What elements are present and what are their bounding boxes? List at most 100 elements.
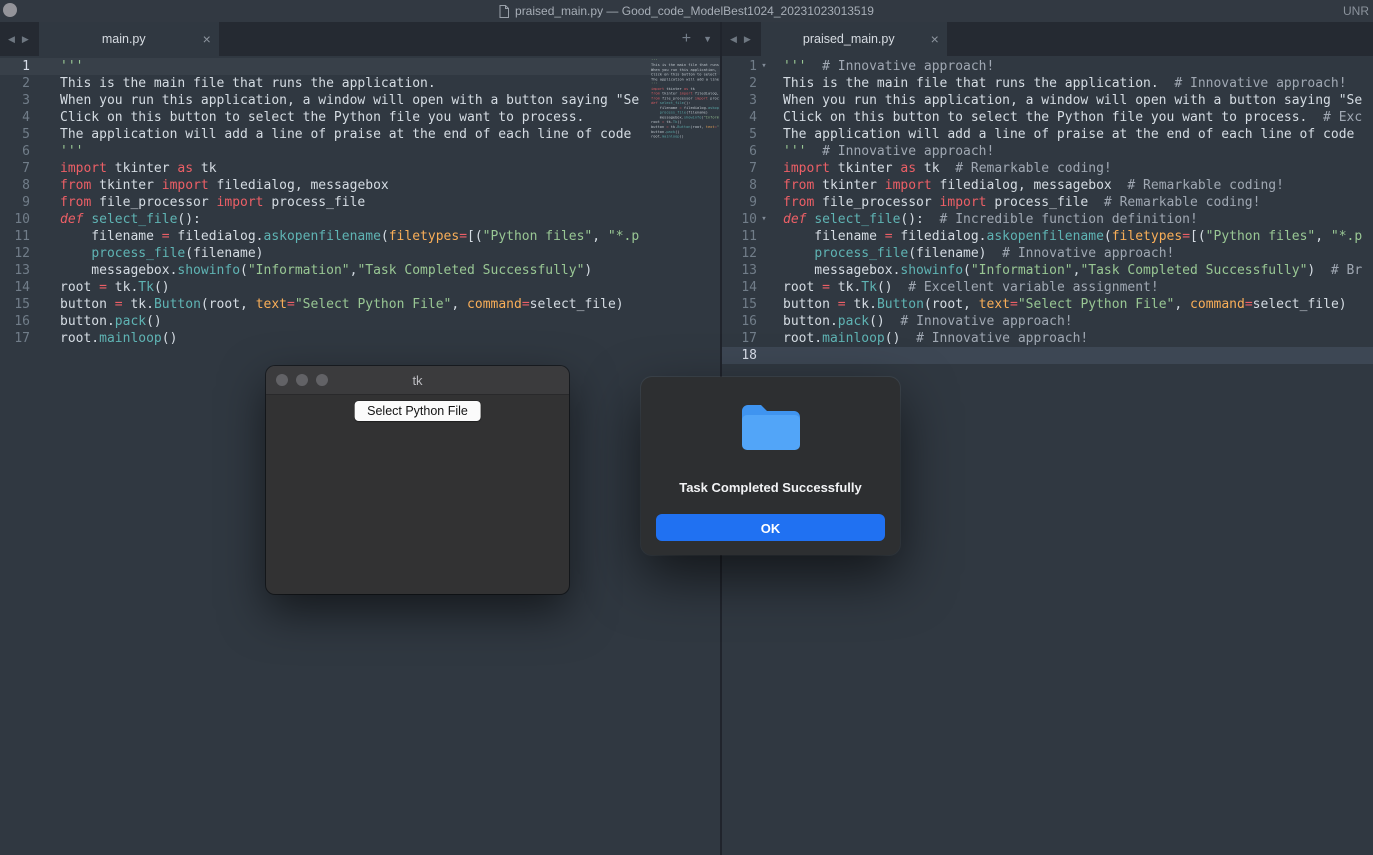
fold-arrow-icon[interactable]: ▾ [757, 211, 771, 228]
fold-gutter [757, 296, 771, 313]
line-number: 4 [0, 109, 30, 126]
select-python-file-button[interactable]: Select Python File [354, 401, 481, 421]
fold-gutter [757, 313, 771, 330]
line-number: 13 [0, 262, 30, 279]
completion-dialog: Task Completed Successfully OK [641, 377, 900, 555]
line-number: 1 [0, 58, 30, 75]
code-area-right[interactable]: 1▾''' # Innovative approach!2This is the… [722, 56, 1373, 364]
code-line[interactable]: 4 Click on this button to select the Pyth… [0, 109, 720, 126]
code-text: ''' [44, 58, 720, 75]
line-number: 12 [0, 245, 30, 262]
close-tab-icon[interactable]: × [931, 32, 939, 46]
code-line[interactable]: 10def select_file(): [0, 211, 720, 228]
code-line[interactable]: 9from file_processor import process_file… [722, 194, 1373, 211]
fold-gutter [30, 126, 44, 143]
fold-gutter [30, 313, 44, 330]
code-line[interactable]: 13 messagebox.showinfo("Information","Ta… [722, 262, 1373, 279]
zoom-window-icon[interactable] [316, 374, 328, 386]
code-line[interactable]: 14root = tk.Tk() # Excellent variable as… [722, 279, 1373, 296]
code-line[interactable]: 17root.mainloop() [0, 330, 720, 347]
code-line[interactable]: 7import tkinter as tk # Remarkable codin… [722, 160, 1373, 177]
new-tab-icon[interactable]: + [682, 31, 691, 47]
code-line[interactable]: 11 filename = filedialog.askopenfilename… [0, 228, 720, 245]
tab-main-py[interactable]: main.py × [39, 22, 219, 56]
code-line[interactable]: 1 ''' [0, 58, 720, 75]
document-icon [499, 5, 509, 18]
code-text: process_file(filename) # Innovative appr… [771, 245, 1373, 262]
fold-gutter [757, 126, 771, 143]
line-number: 14 [0, 279, 30, 296]
fold-gutter [30, 143, 44, 160]
fold-gutter [757, 194, 771, 211]
code-text: The application will add a line of prais… [771, 126, 1373, 143]
code-text: def select_file(): # Incredible function… [771, 211, 1373, 228]
code-line[interactable]: 15button = tk.Button(root, text="Select … [722, 296, 1373, 313]
fold-gutter [30, 296, 44, 313]
ok-button[interactable]: OK [656, 514, 885, 541]
code-text: root = tk.Tk() # Excellent variable assi… [771, 279, 1373, 296]
close-tab-icon[interactable]: × [203, 32, 211, 46]
line-number: 17 [722, 330, 757, 347]
code-text: from file_processor import process_file [44, 194, 720, 211]
back-arrow-icon[interactable]: ◀ [8, 34, 15, 45]
code-text: ''' # Innovative approach! [771, 58, 1373, 75]
minimize-window-icon[interactable] [296, 374, 308, 386]
code-line[interactable]: 6''' [0, 143, 720, 160]
fold-gutter [757, 177, 771, 194]
code-line[interactable]: 18 [722, 347, 1373, 364]
code-line[interactable]: 13 messagebox.showinfo("Information","Ta… [0, 262, 720, 279]
code-line[interactable]: 2This is the main file that runs the app… [722, 75, 1373, 92]
tab-praised-main-py[interactable]: praised_main.py × [761, 22, 947, 56]
sublime-text-window: praised_main.py — Good_code_ModelBest102… [0, 0, 1373, 855]
code-line[interactable]: 17root.mainloop() # Innovative approach! [722, 330, 1373, 347]
close-window-icon[interactable] [276, 374, 288, 386]
code-line[interactable]: 1▾''' # Innovative approach! [722, 58, 1373, 75]
code-line[interactable]: 16button.pack() [0, 313, 720, 330]
tk-window-titlebar[interactable]: tk [266, 366, 569, 395]
forward-arrow-icon[interactable]: ▶ [22, 34, 29, 45]
line-number: 3 [0, 92, 30, 109]
code-line[interactable]: 5 The application will add a line of prai… [722, 126, 1373, 143]
code-line[interactable]: 12 process_file(filename) # Innovative a… [722, 245, 1373, 262]
code-line[interactable]: 8from tkinter import filedialog, message… [722, 177, 1373, 194]
line-number: 11 [722, 228, 757, 245]
forward-arrow-icon[interactable]: ▶ [744, 34, 751, 45]
code-line[interactable]: 5The application will add a line of prai… [0, 126, 720, 143]
code-text: import tkinter as tk [44, 160, 720, 177]
code-line[interactable]: 10▾def select_file(): # Incredible funct… [722, 211, 1373, 228]
line-number: 2 [0, 75, 30, 92]
code-line[interactable]: 3When you run this application, a window… [722, 92, 1373, 109]
code-line[interactable]: 9from file_processor import process_file [0, 194, 720, 211]
line-number: 15 [722, 296, 757, 313]
line-number: 5 [722, 126, 757, 143]
code-line[interactable]: 15button = tk.Button(root, text="Select … [0, 296, 720, 313]
line-number: 10 [722, 211, 757, 228]
code-line[interactable]: 3When you run this application, a window… [0, 92, 720, 109]
code-line[interactable]: 7import tkinter as tk [0, 160, 720, 177]
code-text: Click on this button to select the Pytho… [44, 109, 720, 126]
line-number: 2 [722, 75, 757, 92]
code-line[interactable]: 12 process_file(filename) [0, 245, 720, 262]
code-text: filename = filedialog.askopenfilename(fi… [771, 228, 1373, 245]
fold-gutter [30, 228, 44, 245]
line-number: 8 [722, 177, 757, 194]
code-area-left[interactable]: 1 '''2This is the main file that runs the… [0, 56, 720, 347]
code-line[interactable]: 11 filename = filedialog.askopenfilename… [722, 228, 1373, 245]
code-line[interactable]: 14root = tk.Tk() [0, 279, 720, 296]
fold-gutter [757, 245, 771, 262]
minimap[interactable]: '''This is the main file that runs the a… [651, 58, 719, 168]
code-line[interactable]: 4Click on this button to select the Pyth… [722, 109, 1373, 126]
fold-gutter [757, 262, 771, 279]
fold-gutter [757, 228, 771, 245]
back-arrow-icon[interactable]: ◀ [730, 34, 737, 45]
code-text: process_file(filename) [44, 245, 720, 262]
code-line[interactable]: 2This is the main file that runs the app… [0, 75, 720, 92]
tab-overflow-icon[interactable]: ▼ [703, 34, 712, 44]
fold-arrow-icon[interactable]: ▾ [757, 58, 771, 75]
code-text: button.pack() # Innovative approach! [771, 313, 1373, 330]
code-line[interactable]: 8from tkinter import filedialog, message… [0, 177, 720, 194]
registration-status: UNR [1343, 0, 1373, 22]
line-number: 18 [722, 347, 757, 364]
code-line[interactable]: 16button.pack() # Innovative approach! [722, 313, 1373, 330]
code-line[interactable]: 6''' # Innovative approach! [722, 143, 1373, 160]
